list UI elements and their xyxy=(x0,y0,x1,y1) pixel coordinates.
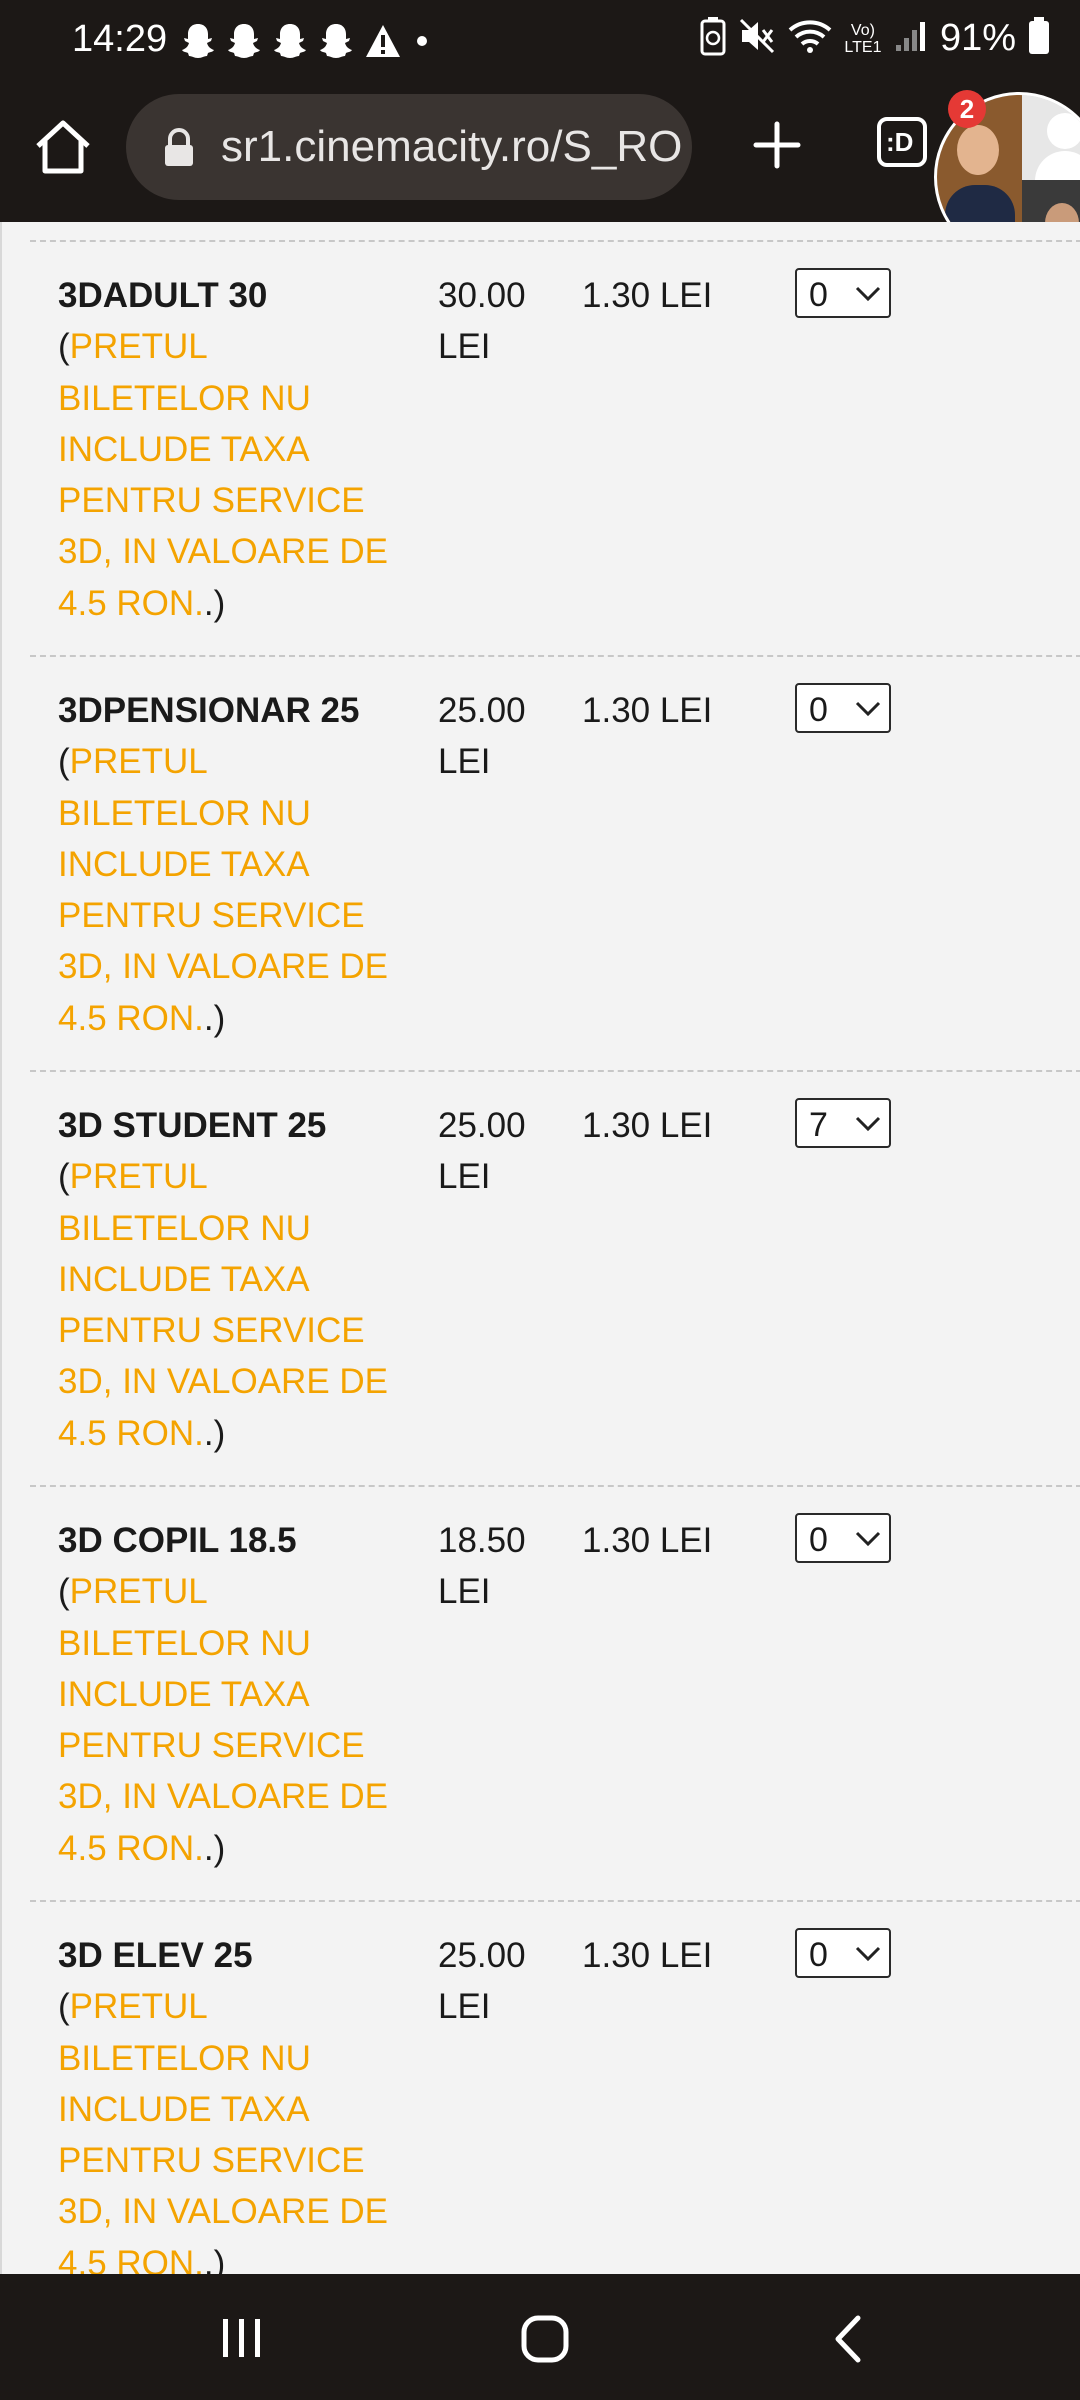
status-bar: 14:29 Vo) LTE1 91% xyxy=(0,0,1080,86)
ticket-name-cell: 3D COPIL 18.5 (PRETUL BILETELOR NU INCLUD… xyxy=(58,1521,389,1868)
battery-icon xyxy=(1028,17,1050,60)
chevron-down-icon xyxy=(855,701,881,717)
quantity-value: 0 xyxy=(809,276,828,314)
lock-icon xyxy=(162,128,196,173)
chevron-down-icon xyxy=(855,1116,881,1132)
url-text: sr1.cinemacity.ro/S_RO xyxy=(221,122,681,171)
ticket-fee: 1.30 LEI xyxy=(582,1936,713,1975)
ticket-type-name: 3D STUDENT 25 xyxy=(58,1106,327,1145)
wifi-icon xyxy=(788,18,832,59)
ticket-fee: 1.30 LEI xyxy=(582,1106,713,1145)
back-button[interactable] xyxy=(828,2314,868,2369)
warning-icon xyxy=(364,23,402,59)
ticket-row: 3DADULT 30 (PRETUL BILETELOR NU INCLUDE T… xyxy=(30,242,1080,657)
network-label: Vo) LTE1 xyxy=(844,21,882,56)
tab-switcher-button[interactable]: :D xyxy=(876,116,928,168)
chevron-down-icon xyxy=(855,1946,881,1962)
tab-indicator: :D xyxy=(886,127,914,157)
ticket-fee: 1.30 LEI xyxy=(582,691,713,730)
system-icons: Vo) LTE1 91% xyxy=(700,16,1050,61)
signal-icon xyxy=(894,19,928,58)
ticket-fee: 1.30 LEI xyxy=(582,276,713,315)
ticket-fee: 1.30 LEI xyxy=(582,1521,713,1560)
default-avatar-icon xyxy=(1047,113,1080,149)
system-home-button[interactable] xyxy=(520,2314,570,2369)
ticket-price: 18.50 LEI xyxy=(438,1521,526,1612)
status-time: 14:29 xyxy=(72,18,168,60)
navigation-bar xyxy=(0,2274,1080,2400)
ticket-name-cell: 3DADULT 30 (PRETUL BILETELOR NU INCLUDE T… xyxy=(58,276,389,623)
ticket-type-name: 3DPENSIONAR 25 xyxy=(58,691,360,730)
recents-button[interactable] xyxy=(220,2316,264,2365)
ticket-type-name: 3D ELEV 25 xyxy=(58,1936,253,1975)
quantity-select[interactable]: 7 xyxy=(795,1098,891,1148)
ticket-note: PRETUL BILETELOR NU INCLUDE TAXA PENTRU … xyxy=(58,327,389,623)
quantity-value: 0 xyxy=(809,1936,828,1974)
ticket-note: PRETUL BILETELOR NU INCLUDE TAXA PENTRU … xyxy=(58,742,389,1038)
quantity-value: 0 xyxy=(809,1521,828,1559)
recents-icon xyxy=(223,2319,260,2357)
quantity-value: 0 xyxy=(809,691,828,729)
ticket-row: 3D ELEV 25 (PRETUL BILETELOR NU INCLUDE T… xyxy=(30,1902,1080,2274)
snapchat-icon xyxy=(272,22,308,60)
quantity-select[interactable]: 0 xyxy=(795,1928,891,1978)
quantity-select[interactable]: 0 xyxy=(795,268,891,318)
quantity-select[interactable]: 0 xyxy=(795,683,891,733)
home-square-icon xyxy=(521,2315,569,2363)
plus-icon xyxy=(753,121,801,169)
ticket-note: PRETUL BILETELOR NU INCLUDE TAXA PENTRU … xyxy=(58,1572,389,1868)
ticket-price: 25.00 LEI xyxy=(438,1106,526,1197)
ticket-list: 3DADULT 30 (PRETUL BILETELOR NU INCLUDE T… xyxy=(0,222,1080,2274)
ticket-note: PRETUL BILETELOR NU INCLUDE TAXA PENTRU … xyxy=(58,1157,389,1453)
home-button[interactable] xyxy=(32,116,94,178)
ticket-row: 3D STUDENT 25 (PRETUL BILETELOR NU INCLUD… xyxy=(30,1072,1080,1487)
ticket-type-name: 3DADULT 30 xyxy=(58,276,268,315)
browser-toolbar: sr1.cinemacity.ro/S_RO :D xyxy=(0,86,1080,222)
battery-percent: 91% xyxy=(939,17,1016,59)
ticket-price: 30.00 LEI xyxy=(438,276,526,367)
snapchat-icon xyxy=(318,22,354,60)
mute-icon xyxy=(738,17,776,60)
url-bar[interactable]: sr1.cinemacity.ro/S_RO xyxy=(126,94,692,200)
ticket-row: 3D COPIL 18.5 (PRETUL BILETELOR NU INCLUD… xyxy=(30,1487,1080,1902)
ticket-price: 25.00 LEI xyxy=(438,691,526,782)
avatar xyxy=(957,125,999,175)
ticket-price: 25.00 LEI xyxy=(438,1936,526,2027)
battery-saver-icon xyxy=(700,16,726,61)
ticket-name-cell: 3D ELEV 25 (PRETUL BILETELOR NU INCLUDE T… xyxy=(58,1930,388,2274)
quantity-select[interactable]: 0 xyxy=(795,1513,891,1563)
notification-icons xyxy=(180,22,432,60)
chat-head-badge: 2 xyxy=(948,90,986,128)
ticket-note: PRETUL BILETELOR NU INCLUDE TAXA PENTRU … xyxy=(58,1987,389,2274)
snapchat-icon xyxy=(226,22,262,60)
quantity-value: 7 xyxy=(809,1106,828,1144)
chevron-down-icon xyxy=(855,286,881,302)
back-chevron-icon xyxy=(835,2315,861,2363)
dot-icon xyxy=(412,31,432,51)
snapchat-icon xyxy=(180,22,216,60)
chevron-down-icon xyxy=(855,1531,881,1547)
ticket-name-cell: 3DPENSIONAR 25 (PRETUL BILETELOR NU INCLU… xyxy=(58,691,389,1038)
ticket-row: 3DPENSIONAR 25 (PRETUL BILETELOR NU INCLU… xyxy=(30,657,1080,1072)
home-icon xyxy=(36,120,90,174)
new-tab-button[interactable] xyxy=(752,120,802,170)
ticket-type-name: 3D COPIL 18.5 xyxy=(58,1521,297,1560)
ticket-name-cell: 3D STUDENT 25 (PRETUL BILETELOR NU INCLUD… xyxy=(58,1106,389,1453)
